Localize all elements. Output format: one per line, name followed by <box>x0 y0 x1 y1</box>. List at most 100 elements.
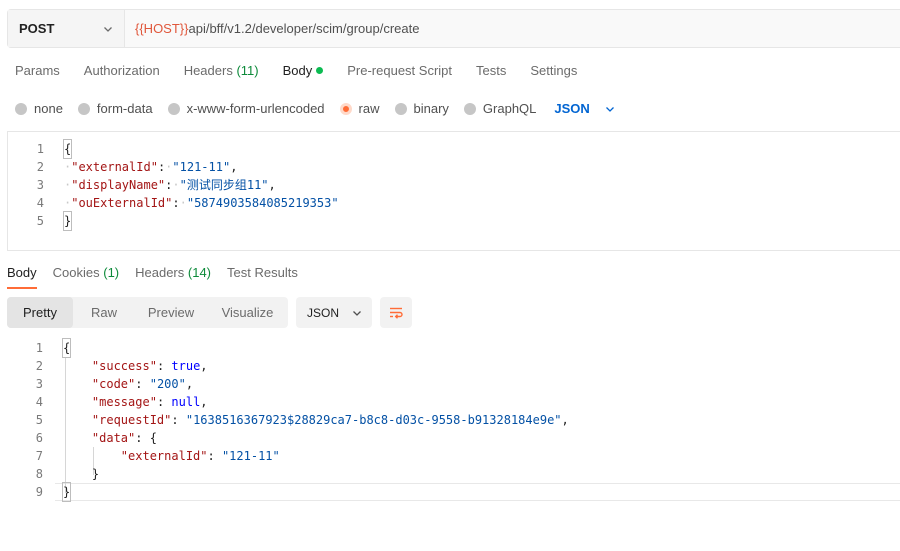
tab-authorization[interactable]: Authorization <box>84 63 160 85</box>
headers-count: (11) <box>236 63 259 78</box>
tab-tests[interactable]: Tests <box>476 63 506 85</box>
response-tab-cookies[interactable]: Cookies (1) <box>53 265 119 289</box>
method-select[interactable]: POST <box>8 10 125 47</box>
code-text: "requestId": "1638516367923$28829ca7-b8c… <box>91 413 569 427</box>
radio-raw[interactable]: raw <box>339 101 380 116</box>
open-brace: { <box>62 139 73 159</box>
tab-settings[interactable]: Settings <box>530 63 577 85</box>
code-line: 3 ·"displayName":·"测试同步组11", <box>8 176 900 194</box>
code-line: 2 "success": true, <box>7 357 900 375</box>
view-visualize-button[interactable]: Visualize <box>207 297 288 328</box>
radio-circle <box>15 102 27 115</box>
code-line: 7 "externalId": "121-11" <box>7 447 900 465</box>
radio-label: GraphQL <box>482 101 537 116</box>
response-tab-test-results[interactable]: Test Results <box>227 265 298 289</box>
tab-params[interactable]: Params <box>15 63 60 85</box>
radio-x-www-form-urlencoded[interactable]: x-www-form-urlencoded <box>167 101 325 116</box>
code-line: 5} <box>8 211 900 231</box>
json-key: "data" <box>91 431 136 445</box>
line-number: 7 <box>35 449 43 463</box>
code-text: ·"displayName":·"测试同步组11", <box>64 178 276 192</box>
code-text: "data": { <box>91 431 157 445</box>
code-line: 4 "message": null, <box>7 393 900 411</box>
radio-label: form-data <box>96 101 153 116</box>
json-key: "code" <box>91 377 136 391</box>
response-body-viewer[interactable]: 1{ 2 "success": true, 3 "code": "200", 4… <box>7 338 900 509</box>
view-label: Raw <box>90 305 117 320</box>
code-line: 1{ <box>8 139 900 159</box>
body-language-label: JSON <box>554 101 590 116</box>
tab-headers[interactable]: Headers (11) <box>184 63 259 85</box>
code-text: { <box>62 139 73 159</box>
line-number: 5 <box>36 214 44 228</box>
code-text: } <box>63 465 99 483</box>
whitespace-dot: · <box>179 196 187 210</box>
response-tabs: Body Cookies (1) Headers (14) Test Resul… <box>7 265 314 289</box>
headers-count: (14) <box>187 265 212 280</box>
radio-label: binary <box>413 101 449 116</box>
radio-label: none <box>34 101 63 116</box>
view-label: Pretty <box>23 305 57 320</box>
tab-body[interactable]: Body <box>283 63 324 85</box>
wrap-lines-button[interactable] <box>380 297 412 328</box>
url-input[interactable]: {{HOST}} api/bff/v1.2/developer/scim/grou… <box>125 10 900 47</box>
json-key: "displayName" <box>71 178 166 192</box>
comma: , <box>230 160 238 174</box>
json-key: "success" <box>91 359 157 373</box>
code-text: "code": "200", <box>91 377 194 391</box>
json-value: "测试同步组11" <box>179 178 269 192</box>
response-format-select[interactable]: JSON <box>296 297 372 328</box>
chevron-down-icon <box>605 106 614 112</box>
open-brace: { <box>61 338 72 358</box>
code-text: } <box>61 482 72 502</box>
tab-label: Headers <box>183 63 233 78</box>
view-pretty-button[interactable]: Pretty <box>7 297 73 328</box>
code-text: ·"ouExternalId":·"5874903584085219353" <box>64 196 339 210</box>
json-key: "message" <box>91 395 157 409</box>
line-number: 2 <box>35 359 43 373</box>
json-value: null <box>171 395 201 409</box>
line-number: 3 <box>35 377 43 391</box>
line-number: 2 <box>36 160 44 174</box>
radio-graphql[interactable]: GraphQL <box>463 101 537 116</box>
line-number: 8 <box>35 467 43 481</box>
radio-circle <box>463 102 476 115</box>
view-label: Preview <box>147 305 195 320</box>
radio-binary[interactable]: binary <box>394 101 449 116</box>
code-line: 4 ·"ouExternalId":·"5874903584085219353" <box>8 194 900 212</box>
view-raw-button[interactable]: Raw <box>73 297 135 328</box>
body-language-select[interactable]: JSON <box>554 101 615 116</box>
json-key: "requestId" <box>91 413 172 427</box>
method-label: POST <box>19 21 55 36</box>
wrap-lines-icon <box>390 307 403 319</box>
request-body-editor[interactable]: 1{ 2 ·"externalId":·"121-11", 3 ·"displayN… <box>7 131 900 251</box>
line-number: 5 <box>35 413 43 427</box>
json-value: "200" <box>149 377 186 391</box>
code-text: ·"externalId":·"121-11", <box>64 160 238 174</box>
radio-none[interactable]: none <box>15 101 63 116</box>
tab-pre-request-script[interactable]: Pre-request Script <box>347 63 452 85</box>
line-number: 6 <box>35 431 43 445</box>
code-text: } <box>62 211 73 231</box>
request-tabs: Params Authorization Headers (11) Body P… <box>15 63 601 85</box>
body-type-options: none form-data x-www-form-urlencoded raw… <box>15 101 616 116</box>
radio-form-data[interactable]: form-data <box>77 101 153 116</box>
code-line: 1{ <box>7 338 900 358</box>
url-variable: {{HOST}} <box>135 21 189 36</box>
radio-circle <box>167 102 180 115</box>
line-number: 3 <box>36 178 44 192</box>
data-close-brace: } <box>91 467 100 481</box>
code-text: { <box>61 338 72 358</box>
line-number: 9 <box>35 485 43 499</box>
json-value: "121-11" <box>172 160 231 174</box>
response-tab-headers[interactable]: Headers (14) <box>135 265 211 289</box>
radio-circle <box>77 102 90 115</box>
code-text: "externalId": "121-11" <box>120 449 280 463</box>
chevron-down-icon <box>353 310 361 316</box>
response-format-label: JSON <box>307 305 340 320</box>
url-path: api/bff/v1.2/developer/scim/group/create <box>188 21 420 36</box>
response-tab-body[interactable]: Body <box>7 265 37 289</box>
tab-label: Test Results <box>227 265 298 280</box>
json-key: "ouExternalId" <box>71 196 173 210</box>
view-preview-button[interactable]: Preview <box>135 297 207 328</box>
